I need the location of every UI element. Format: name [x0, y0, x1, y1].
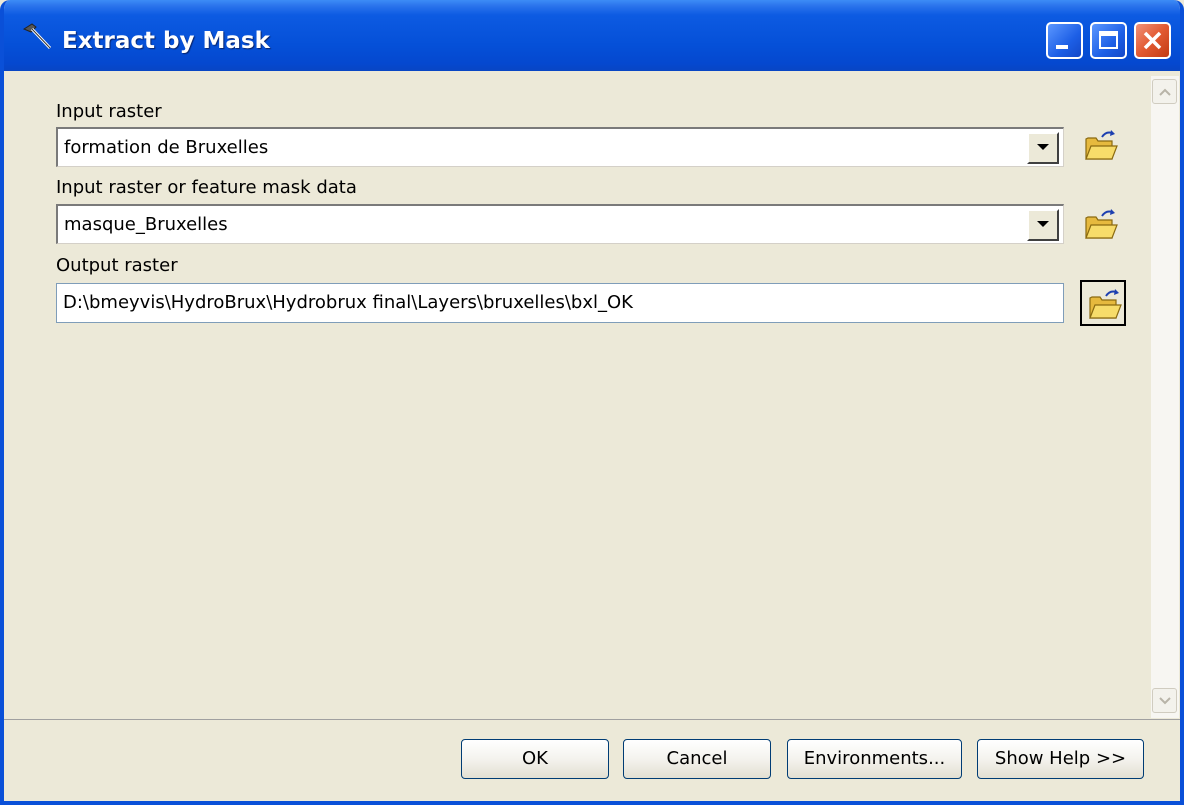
minimize-icon — [1056, 45, 1068, 49]
input-raster-dropdown-button[interactable] — [1027, 132, 1059, 164]
chevron-up-icon — [1159, 88, 1171, 96]
ok-button[interactable]: OK — [461, 739, 609, 779]
scroll-down-button[interactable] — [1152, 688, 1177, 713]
hammer-icon — [20, 22, 56, 52]
mask-data-browse-button[interactable] — [1078, 202, 1124, 248]
open-folder-icon — [1089, 289, 1122, 319]
output-raster-browse-button[interactable] — [1080, 280, 1126, 326]
parameters-panel: Input raster formation de Bruxelles Inpu… — [4, 71, 1180, 719]
input-raster-combo[interactable]: formation de Bruxelles — [56, 127, 1064, 167]
mask-data-value: masque_Bruxelles — [64, 214, 228, 235]
mask-data-dropdown-button[interactable] — [1027, 209, 1059, 241]
input-raster-value: formation de Bruxelles — [64, 137, 269, 158]
dialog-footer: OK Cancel Environments... Show Help >> — [4, 719, 1180, 801]
environments-button[interactable]: Environments... — [787, 739, 962, 779]
open-folder-icon — [1085, 209, 1118, 239]
maximize-button[interactable] — [1090, 22, 1127, 59]
mask-data-combo[interactable]: masque_Bruxelles — [56, 204, 1064, 244]
extract-by-mask-dialog: Extract by Mask Input raster formation d… — [0, 0, 1184, 805]
close-icon — [1143, 31, 1162, 50]
chevron-down-icon — [1037, 221, 1049, 227]
show-help-button[interactable]: Show Help >> — [977, 739, 1144, 779]
title-bar[interactable]: Extract by Mask — [4, 0, 1180, 75]
vertical-scrollbar[interactable] — [1151, 76, 1179, 718]
input-raster-browse-button[interactable] — [1078, 123, 1124, 169]
chevron-down-icon — [1159, 697, 1171, 705]
scroll-up-button[interactable] — [1152, 79, 1177, 104]
output-raster-value: D:\bmeyvis\HydroBrux\Hydrobrux final\Lay… — [63, 292, 633, 313]
close-button[interactable] — [1134, 22, 1171, 59]
open-folder-icon — [1085, 130, 1118, 160]
maximize-icon — [1099, 31, 1118, 49]
mask-data-label: Input raster or feature mask data — [56, 177, 357, 198]
cancel-button[interactable]: Cancel — [623, 739, 771, 779]
output-raster-field[interactable]: D:\bmeyvis\HydroBrux\Hydrobrux final\Lay… — [56, 283, 1064, 323]
chevron-down-icon — [1037, 144, 1049, 150]
input-raster-label: Input raster — [56, 101, 162, 122]
window-title: Extract by Mask — [62, 28, 270, 54]
output-raster-label: Output raster — [56, 255, 178, 276]
minimize-button[interactable] — [1046, 22, 1083, 59]
